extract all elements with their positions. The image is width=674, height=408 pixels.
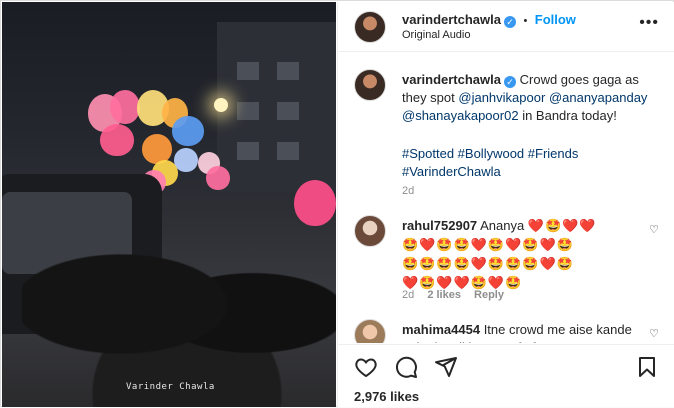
hashtag-friends[interactable]: #Friends (528, 146, 579, 161)
comment-time[interactable]: 2d (402, 289, 414, 301)
hashtag-varinderchawla[interactable]: #VarinderChawla (402, 164, 501, 179)
share-paper-plane-icon[interactable] (434, 355, 458, 379)
comment-username[interactable]: rahul752907 (402, 218, 477, 233)
more-horizontal-icon[interactable]: ••• (639, 14, 659, 32)
caption-text-outro: in Bandra today! (522, 108, 617, 123)
hashtag-bollywood[interactable]: #Bollywood (458, 146, 525, 161)
likes-count[interactable]: 2,976 likes (354, 389, 419, 404)
post-video[interactable]: Varinder Chawla (2, 2, 336, 407)
video-watermark: Varinder Chawla (126, 382, 215, 392)
comment-avatar[interactable] (354, 215, 386, 247)
like-heart-icon[interactable] (354, 355, 378, 379)
background-building (217, 22, 336, 192)
author-avatar[interactable] (354, 11, 386, 43)
like-comment-heart-icon[interactable]: ♡ (649, 327, 659, 340)
post-frame: Varinder Chawla varindertchawla ✓ • Follo… (0, 0, 674, 407)
save-bookmark-icon[interactable] (635, 355, 659, 379)
comment-username[interactable]: mahima4454 (402, 322, 480, 337)
like-comment-heart-icon[interactable]: ♡ (649, 223, 659, 236)
comment-1: rahul752907 Ananya ❤️🤩❤️❤️ 🤩❤️🤩🤩❤️🤩❤️🤩❤️… (402, 217, 642, 293)
crowd (22, 232, 336, 407)
hashtag-spotted[interactable]: #Spotted (402, 146, 454, 161)
comment-avatar[interactable] (354, 319, 386, 343)
caption-time[interactable]: 2d (402, 185, 414, 197)
comment-bubble-icon[interactable] (394, 355, 418, 379)
action-bar: 2,976 likes (338, 344, 674, 408)
caption-hashtags: #Spotted #Bollywood #Friends #VarinderCh… (402, 145, 652, 181)
comment-emoji: 🤩❤️🤩🤩❤️🤩❤️🤩❤️🤩 (402, 238, 574, 253)
comment-emoji: 🤩🤩🤩🤩❤️🤩🤩🤩❤️🤩 (402, 257, 574, 272)
reply-button[interactable]: Reply (474, 289, 504, 301)
comments-section: varindertchawla ✓ Crowd goes gaga as they… (338, 53, 674, 343)
post-header: varindertchawla ✓ • Follow Original Audio… (338, 2, 674, 52)
author-username[interactable]: varindertchawla (402, 12, 501, 27)
header-separator: • (523, 15, 528, 27)
follow-button[interactable]: Follow (535, 12, 576, 27)
post-sidebar: varindertchawla ✓ • Follow Original Audio… (337, 2, 674, 407)
mention-shanayakapoor02[interactable]: @shanayakapoor02 (402, 108, 519, 123)
verified-badge-icon: ✓ (504, 16, 516, 28)
comment-text: Ananya (480, 218, 525, 233)
comment-likes[interactable]: 2 likes (427, 289, 461, 301)
street-lamp (214, 98, 228, 112)
comment-emoji: ❤️🤩❤️❤️ (527, 219, 597, 234)
audio-label[interactable]: Original Audio (402, 29, 471, 41)
mention-janhvikapoor[interactable]: @janhvikapoor (458, 90, 545, 105)
mention-ananyapanday[interactable]: @ananyapanday (549, 90, 648, 105)
caption-avatar[interactable] (354, 69, 386, 101)
caption: varindertchawla ✓ Crowd goes gaga as they… (402, 71, 652, 125)
caption-username[interactable]: varindertchawla (402, 72, 501, 87)
comment-meta: 2d 2 likes Reply (402, 289, 504, 301)
comment-2: mahima4454 Itne crowd me aise kande pehn… (402, 321, 642, 343)
verified-badge-icon: ✓ (504, 76, 516, 88)
